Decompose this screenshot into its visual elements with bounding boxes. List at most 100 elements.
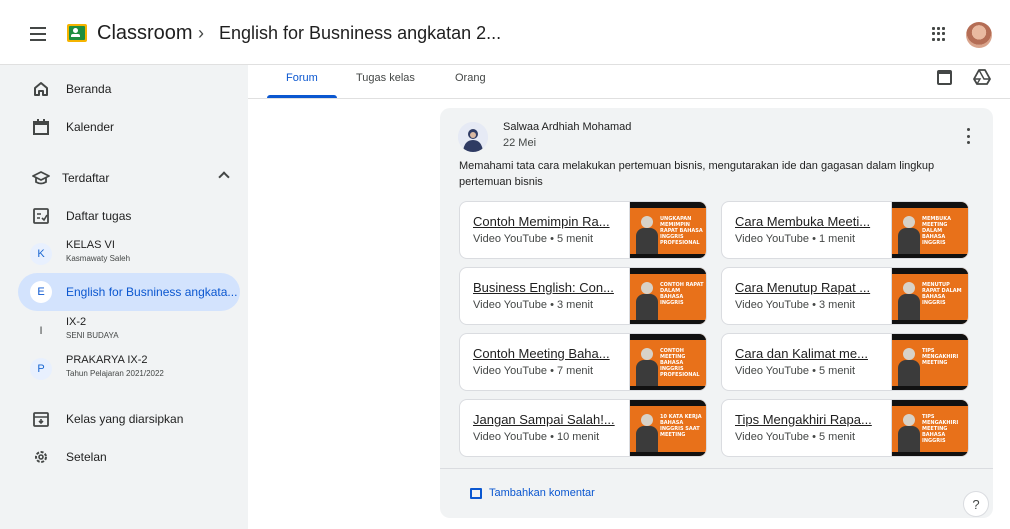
sidebar-class-ix-2[interactable]: I IX-2 SENI BUDAYA — [18, 312, 240, 350]
thumbnail-caption: Contoh rapat dalam bahasa Inggris — [660, 282, 704, 306]
school-icon — [32, 171, 50, 185]
video-thumbnail[interactable]: Ungkapan memimpin rapat bahasa Inggris p… — [629, 202, 706, 258]
attachment-title[interactable]: Jangan Sampai Salah!... — [473, 412, 621, 427]
attachment-meta: Video YouTube • 7 menit — [473, 365, 594, 377]
thumbnail-caption: Tips mengakhiri meeting — [922, 348, 959, 366]
class-name: IX-2 — [66, 316, 87, 328]
google-apps-icon[interactable] — [932, 27, 946, 41]
video-thumbnail[interactable]: Contoh rapat dalam bahasa Inggris — [629, 268, 706, 324]
sidebar-item-kalender[interactable]: Kalender — [18, 108, 240, 146]
gear-icon — [35, 451, 47, 463]
thumbnail-caption: 10 kata kerja bahasa Inggris saat meetin… — [660, 414, 702, 438]
sidebar-section-label: Terdaftar — [62, 171, 110, 185]
video-thumbnail[interactable]: Membuka meeting dalam bahasa Inggris — [891, 202, 968, 258]
sidebar-section-terdaftar[interactable]: Terdaftar — [18, 159, 240, 197]
class-initial-avatar: P — [30, 358, 52, 380]
account-avatar[interactable] — [966, 22, 992, 48]
attachment-title[interactable]: Contoh Memimpin Ra... — [473, 214, 621, 229]
class-initial-avatar: I — [30, 320, 52, 342]
app-title[interactable]: Classroom — [97, 22, 193, 45]
attachment-meta: Video YouTube • 5 menit — [735, 431, 856, 443]
attachment-card[interactable]: Cara Menutup Rapat ... Video YouTube • 3… — [721, 267, 969, 325]
video-thumbnail[interactable]: Contoh meeting bahasa Inggris profesiona… — [629, 334, 706, 390]
sidebar-item-label: Daftar tugas — [66, 209, 132, 223]
main-menu-icon[interactable] — [24, 22, 52, 46]
video-thumbnail[interactable]: 10 kata kerja bahasa Inggris saat meetin… — [629, 400, 706, 456]
attachment-title[interactable]: Tips Mengakhiri Rapa... — [735, 412, 883, 427]
class-subtitle: SENI BUDAYA — [66, 331, 119, 340]
comment-icon[interactable] — [470, 488, 482, 499]
top-bar: Classroom › English for Busniness angkat… — [0, 0, 1010, 64]
tab-orang[interactable]: Orang — [455, 72, 486, 84]
attachment-title[interactable]: Cara Menutup Rapat ... — [735, 280, 883, 295]
thumbnail-caption: Contoh meeting bahasa Inggris profesiona… — [660, 348, 700, 378]
archive-icon — [33, 412, 49, 427]
video-thumbnail[interactable]: Tips mengakhiri meeting bahasa Inggris — [891, 400, 968, 456]
attachment-title[interactable]: Cara dan Kalimat me... — [735, 346, 883, 361]
attachment-title[interactable]: Cara Membuka Meeti... — [735, 214, 883, 229]
attachment-title[interactable]: Business English: Con... — [473, 280, 621, 295]
active-tab-indicator — [267, 95, 337, 98]
video-thumbnail[interactable]: Menutup rapat dalam bahasa Inggris — [891, 268, 968, 324]
attachment-meta: Video YouTube • 1 menit — [735, 233, 856, 245]
todo-list-icon — [33, 208, 49, 224]
sidebar-item-beranda[interactable]: Beranda — [18, 70, 240, 108]
attachment-card[interactable]: Contoh Memimpin Ra... Video YouTube • 5 … — [459, 201, 707, 259]
sidebar-item-setelan[interactable]: Setelan — [18, 438, 240, 476]
course-title[interactable]: English for Busniness angkatan 2... — [219, 23, 501, 44]
sidebar-item-label: Beranda — [66, 82, 112, 96]
class-initial-avatar: K — [30, 243, 52, 265]
class-initial-avatar: E — [30, 281, 52, 303]
google-calendar-icon[interactable] — [937, 70, 952, 85]
tab-forum[interactable]: Forum — [286, 72, 318, 84]
stream-post-card: Salwaa Ardhiah Mohamad 22 Mei Memahami t… — [440, 108, 993, 518]
add-comment-button[interactable]: Tambahkan komentar — [489, 487, 595, 499]
sidebar-item-label: Kelas yang diarsipkan — [66, 412, 184, 426]
class-subtitle: Kasmawaty Saleh — [66, 254, 131, 263]
attachment-card[interactable]: Jangan Sampai Salah!... Video YouTube • … — [459, 399, 707, 457]
attachment-card[interactable]: Contoh Meeting Baha... Video YouTube • 7… — [459, 333, 707, 391]
more-options-icon[interactable] — [965, 128, 971, 144]
sidebar-item-label: Setelan — [66, 450, 107, 464]
google-drive-icon[interactable] — [973, 68, 991, 86]
attachment-meta: Video YouTube • 3 menit — [735, 299, 856, 311]
card-divider — [440, 468, 993, 469]
class-name: KELAS VI — [66, 239, 115, 251]
chevron-up-icon[interactable] — [218, 171, 230, 183]
thumbnail-caption: Tips mengakhiri meeting bahasa Inggris — [922, 414, 959, 444]
calendar-icon — [33, 119, 49, 135]
attachment-card[interactable]: Cara dan Kalimat me... Video YouTube • 5… — [721, 333, 969, 391]
thumbnail-caption: Menutup rapat dalam bahasa Inggris — [922, 282, 962, 306]
attachment-card[interactable]: Tips Mengakhiri Rapa... Video YouTube • … — [721, 399, 969, 457]
attachment-meta: Video YouTube • 10 menit — [473, 431, 600, 443]
attachment-card[interactable]: Business English: Con... Video YouTube •… — [459, 267, 707, 325]
class-subtitle: Tahun Pelajaran 2021/2022 — [66, 369, 164, 378]
course-tabs: Forum Tugas kelas Orang — [248, 65, 1010, 99]
post-description: Memahami tata cara melakukan pertemuan b… — [459, 160, 935, 188]
person-avatar-icon — [458, 122, 488, 152]
attachment-meta: Video YouTube • 5 menit — [735, 365, 856, 377]
class-name: English for Busniness angkata... — [66, 285, 238, 299]
attachment-meta: Video YouTube • 3 menit — [473, 299, 594, 311]
sidebar-class-prakarya[interactable]: P PRAKARYA IX-2 Tahun Pelajaran 2021/202… — [18, 350, 240, 388]
sidebar-item-archived[interactable]: Kelas yang diarsipkan — [18, 400, 240, 438]
sidebar-class-english-business[interactable]: E English for Busniness angkata... — [18, 273, 240, 311]
post-date: 22 Mei — [503, 137, 537, 149]
attachment-meta: Video YouTube • 5 menit — [473, 233, 594, 245]
sidebar-class-kelas-vi[interactable]: K KELAS VI Kasmawaty Saleh — [18, 235, 240, 273]
tab-tugas-kelas[interactable]: Tugas kelas — [356, 72, 415, 84]
sidebar-item-daftar-tugas[interactable]: Daftar tugas — [18, 197, 240, 235]
sidebar: Beranda Kalender Terdaftar Daftar tugas … — [0, 65, 248, 529]
breadcrumb-separator-icon: › — [198, 23, 204, 43]
classroom-logo-icon[interactable] — [67, 24, 87, 42]
author-avatar[interactable] — [458, 122, 488, 152]
home-icon — [34, 82, 48, 96]
attachment-title[interactable]: Contoh Meeting Baha... — [473, 346, 621, 361]
help-button[interactable]: ? — [963, 491, 989, 517]
video-thumbnail[interactable]: Tips mengakhiri meeting — [891, 334, 968, 390]
post-author: Salwaa Ardhiah Mohamad — [503, 121, 632, 133]
class-name: PRAKARYA IX-2 — [66, 354, 148, 366]
thumbnail-caption: Ungkapan memimpin rapat bahasa Inggris p… — [660, 216, 703, 246]
thumbnail-caption: Membuka meeting dalam bahasa Inggris — [922, 216, 951, 246]
attachment-card[interactable]: Cara Membuka Meeti... Video YouTube • 1 … — [721, 201, 969, 259]
